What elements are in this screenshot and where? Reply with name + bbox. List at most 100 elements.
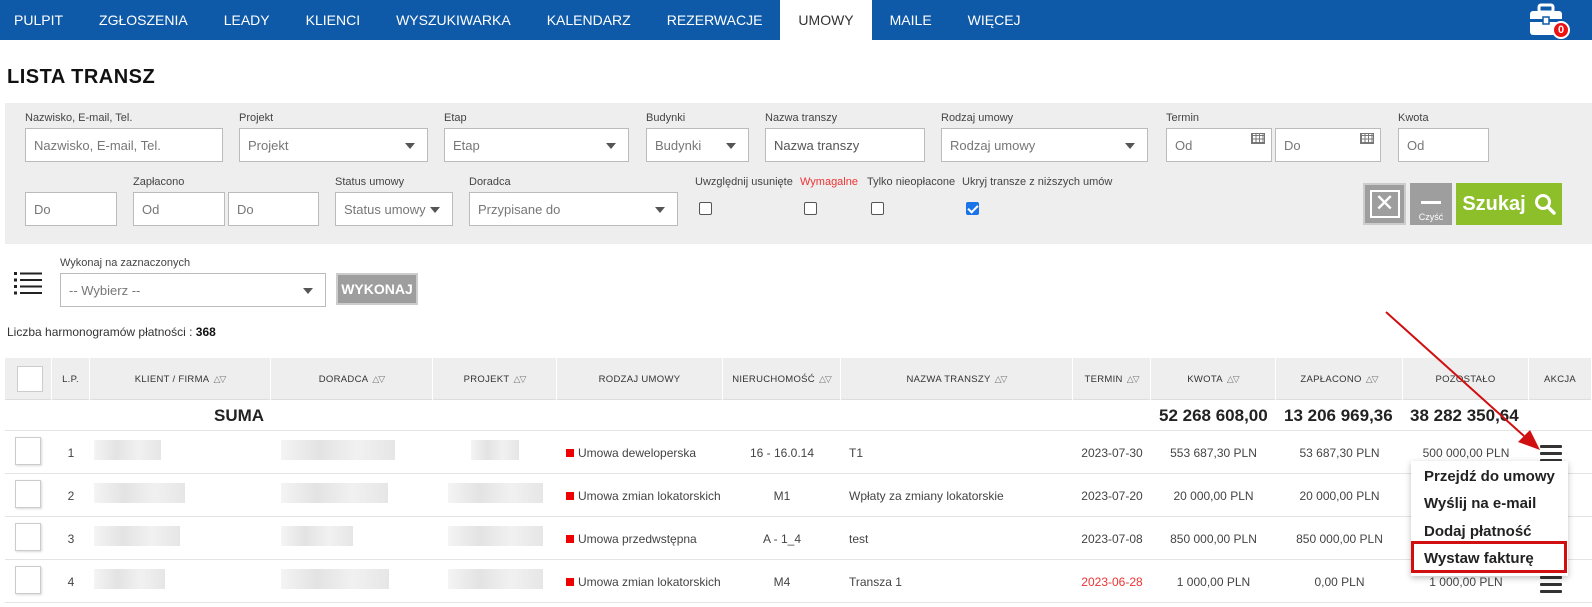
sum-remaining: 38 282 350,64 [1410, 406, 1519, 425]
th-client[interactable]: KLIENT / FIRMA △▽ [90, 358, 271, 400]
search-button[interactable]: Szukaj [1456, 183, 1562, 225]
sum-amount: 52 268 608,00 [1159, 406, 1268, 425]
sum-paid: 13 206 969,36 [1284, 406, 1393, 425]
stage-label: Etap [444, 112, 467, 124]
row-menu-icon[interactable] [1540, 576, 1562, 594]
th-remaining-label: POZOSTAŁO [1435, 373, 1496, 385]
project-select[interactable]: Projekt [239, 128, 428, 162]
sort-icon[interactable]: △▽ [514, 374, 527, 385]
amount-from-input[interactable]: Od [1398, 128, 1489, 162]
term-from-placeholder: Od [1175, 137, 1193, 153]
row-contract-type[interactable]: Umowa przedwstępna [566, 517, 726, 560]
menu-item-send-email[interactable]: Wyślij na e-mail [1424, 495, 1536, 512]
th-lp: L.P. [52, 358, 90, 400]
nav-rezerwacje[interactable]: REZERWACJE [649, 0, 781, 40]
nav-kalendarz[interactable]: KALENDARZ [529, 0, 649, 40]
th-amount[interactable]: KWOTA △▽ [1151, 358, 1276, 400]
redacted-advisor [281, 483, 388, 503]
project-label: Projekt [239, 112, 274, 124]
contact-input[interactable]: Nazwisko, E-mail, Tel. [25, 128, 223, 162]
nav-leady[interactable]: LEADY [206, 0, 288, 40]
nav-wiecej[interactable]: WIĘCEJ [950, 0, 1039, 40]
row-paid: 53 687,30 PLN [1299, 445, 1380, 460]
contract-status-marker [566, 448, 574, 457]
sort-icon[interactable]: △▽ [213, 374, 226, 385]
table-row: 4 Umowa zmian lokatorskich M4 Transza 1 … [5, 560, 1592, 603]
row-term: 2023-07-30 [1081, 445, 1143, 460]
nav-wyszukiwarka[interactable]: WYSZUKIWARKA [378, 0, 529, 40]
calendar-icon[interactable] [1251, 133, 1265, 144]
row-tranche: Wpłaty za zmiany lokatorskie [849, 488, 1004, 503]
calendar-icon[interactable] [1360, 133, 1374, 144]
nav-maile[interactable]: MAILE [872, 0, 950, 40]
briefcase-icon[interactable]: 0 [1528, 3, 1570, 39]
tranche-label: Nazwa transzy [765, 112, 838, 124]
menu-item-add-payment[interactable]: Dodaj płatność [1424, 523, 1532, 540]
list-icon[interactable] [14, 271, 42, 295]
sort-icon[interactable]: △▽ [995, 374, 1008, 385]
row-checkbox[interactable] [15, 437, 41, 465]
th-term[interactable]: TERMIN △▽ [1073, 358, 1151, 400]
status-select[interactable]: Status umowy [335, 192, 453, 226]
th-advisor[interactable]: DORADCA △▽ [271, 358, 433, 400]
execute-button[interactable]: WYKONAJ [336, 273, 418, 305]
stage-select[interactable]: Etap [444, 128, 629, 162]
row-checkbox[interactable] [15, 566, 41, 594]
term-from-input[interactable]: Od [1166, 128, 1272, 162]
th-paid[interactable]: ZAPŁACONO △▽ [1276, 358, 1403, 400]
paid-to-input[interactable]: Do [228, 192, 319, 226]
tranche-input[interactable]: Nazwa transzy [765, 128, 925, 162]
redacted-project [448, 526, 543, 546]
row-property: 16 - 16.0.14 [749, 445, 815, 460]
th-term-label: TERMIN [1084, 373, 1123, 385]
sort-icon[interactable]: △▽ [372, 374, 385, 385]
contract-type-select[interactable]: Rodzaj umowy [941, 128, 1148, 162]
row-amount: 850 000,00 PLN [1170, 531, 1257, 546]
row-amount: 1 000,00 PLN [1176, 574, 1251, 589]
table-row: 2 Umowa zmian lokatorskich M1 Wpłaty za … [5, 474, 1592, 517]
nav-umowy[interactable]: UMOWY [780, 0, 872, 40]
redacted-client [94, 440, 161, 460]
th-advisor-label: DORADCA [318, 373, 369, 385]
close-filters-button[interactable]: ✕ [1363, 183, 1406, 225]
redacted-client [94, 526, 180, 546]
bulk-action-select[interactable]: -- Wybierz -- [60, 273, 326, 307]
sort-icon[interactable]: △▽ [819, 374, 832, 385]
row-contract-type[interactable]: Umowa deweloperska [566, 431, 726, 474]
buildings-label: Budynki [646, 112, 686, 124]
nav-klienci[interactable]: KLIENCI [288, 0, 378, 40]
th-tranche[interactable]: NAZWA TRANSZY △▽ [841, 358, 1073, 400]
amount-to-input[interactable]: Do [25, 192, 117, 226]
row-contract-type[interactable]: Umowa zmian lokatorskich [566, 474, 726, 517]
row-contract-type[interactable]: Umowa zmian lokatorskich [566, 560, 726, 603]
term-to-input[interactable]: Do [1275, 128, 1381, 162]
select-all-checkbox[interactable] [17, 366, 43, 392]
status-label: Status umowy [335, 176, 405, 188]
advisor-select[interactable]: Przypisane do [469, 192, 678, 226]
include-deleted-checkbox[interactable] [699, 202, 712, 215]
sort-icon[interactable]: △▽ [1127, 374, 1140, 385]
row-checkbox[interactable] [15, 480, 41, 508]
buildings-select[interactable]: Budynki [646, 128, 749, 162]
th-property[interactable]: NIERUCHOMOŚĆ △▽ [723, 358, 841, 400]
contract-status-marker [566, 534, 574, 543]
paid-from-input[interactable]: Od [133, 192, 225, 226]
unpaid-checkbox[interactable] [871, 202, 884, 215]
hide-lower-checkbox[interactable] [966, 202, 979, 215]
due-checkbox[interactable] [804, 202, 817, 215]
clear-button[interactable]: Czyść [1410, 183, 1452, 225]
row-checkbox[interactable] [15, 523, 41, 551]
menu-item-go-to-contract[interactable]: Przejdź do umowy [1424, 468, 1555, 485]
contract-type-label: Rodzaj umowy [941, 112, 1014, 124]
row-contract-type-text: Umowa zmian lokatorskich [578, 488, 721, 503]
th-project[interactable]: PROJEKT △▽ [433, 358, 557, 400]
redacted-project [448, 483, 543, 503]
paid-label: Zapłacono [133, 176, 185, 188]
sum-row: SUMA 52 268 608,00 13 206 969,36 38 282 … [5, 400, 1592, 431]
table-row: 3 Umowa przedwstępna A - 1_4 test 2023-0… [5, 517, 1592, 560]
row-term: 2023-07-20 [1081, 488, 1143, 503]
nav-pulpit[interactable]: PULPIT [0, 0, 81, 40]
nav-zgloszenia[interactable]: ZGŁOSZENIA [81, 0, 206, 40]
sort-icon[interactable]: △▽ [1366, 374, 1379, 385]
sort-icon[interactable]: △▽ [1227, 374, 1240, 385]
